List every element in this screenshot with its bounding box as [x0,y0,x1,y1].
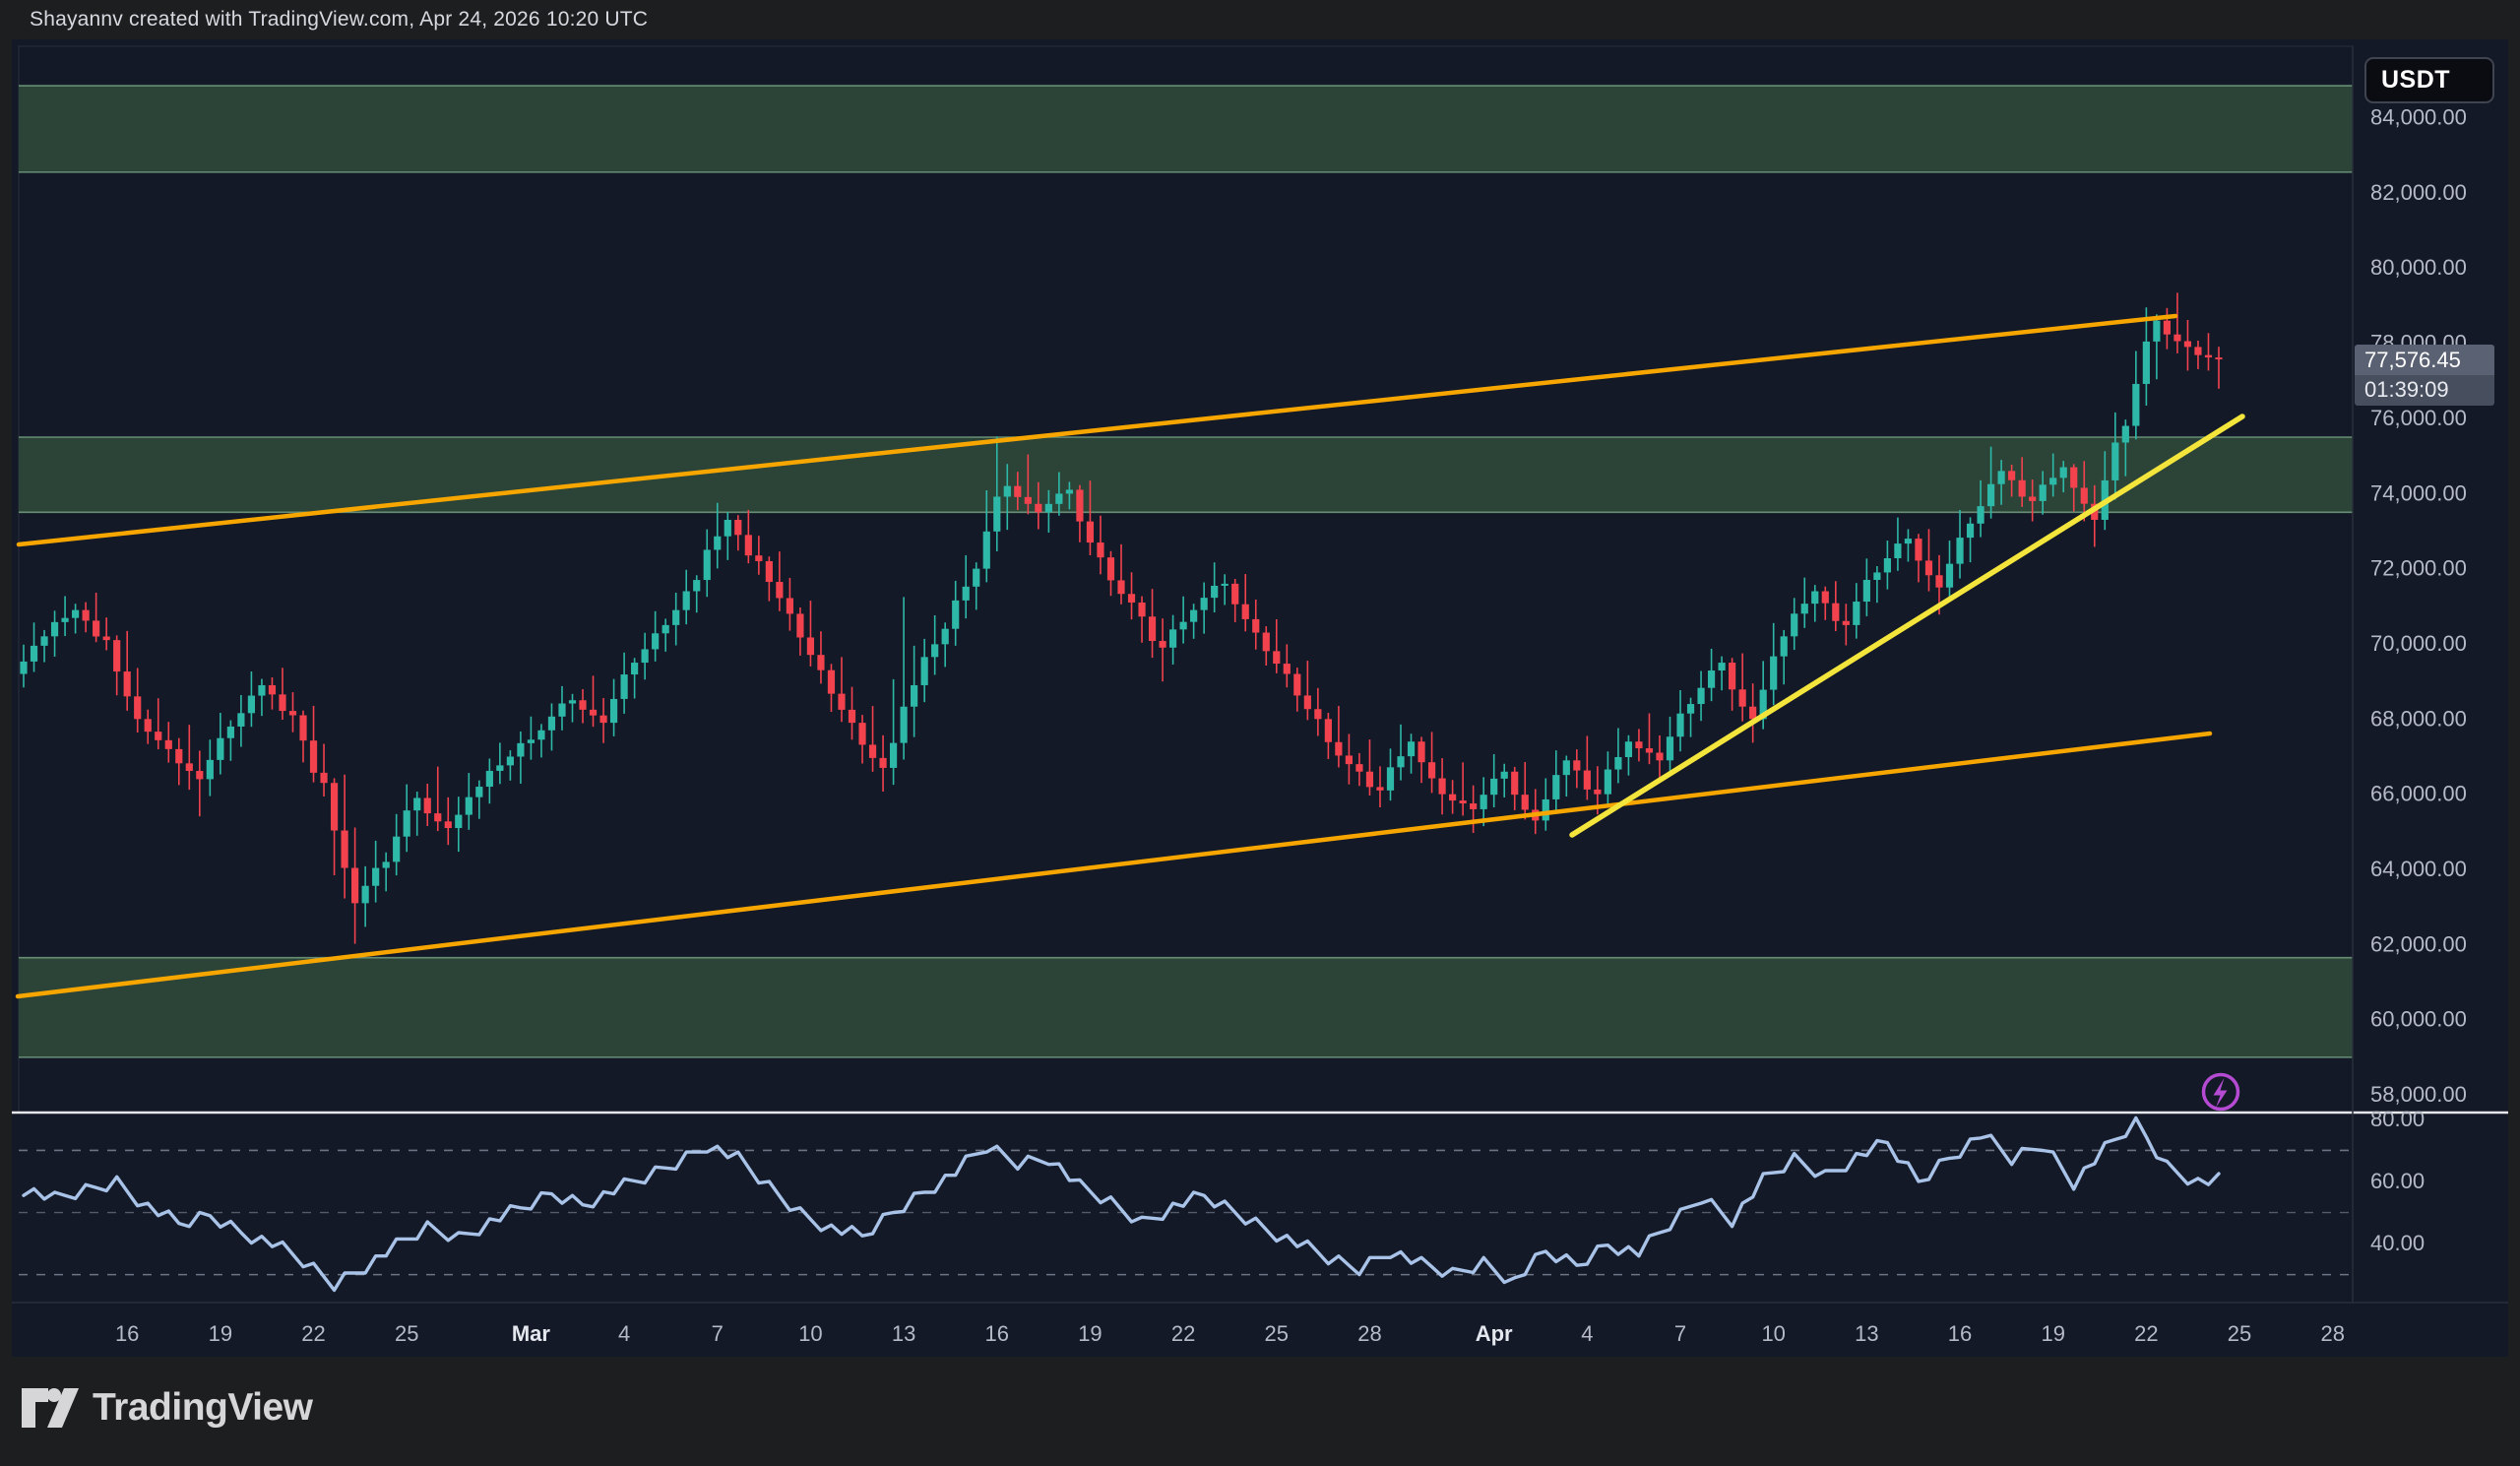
svg-text:66,000.00: 66,000.00 [2370,782,2467,806]
svg-text:22: 22 [1171,1321,1195,1346]
quote-currency-badge: USDT [2364,57,2494,103]
svg-text:28: 28 [2320,1321,2344,1346]
svg-text:25: 25 [1265,1321,1289,1346]
svg-text:28: 28 [1357,1321,1381,1346]
svg-text:62,000.00: 62,000.00 [2370,931,2467,956]
svg-text:60.00: 60.00 [2370,1169,2425,1193]
svg-text:16: 16 [1948,1321,1972,1346]
price-chart-canvas[interactable]: 84,000.0082,000.0080,000.0078,000.0076,0… [0,0,2520,1466]
svg-text:70,000.00: 70,000.00 [2370,631,2467,656]
svg-text:40.00: 40.00 [2370,1231,2425,1255]
svg-text:7: 7 [712,1321,724,1346]
svg-text:4: 4 [1581,1321,1593,1346]
svg-text:Apr: Apr [1476,1321,1513,1346]
svg-text:13: 13 [1855,1321,1878,1346]
svg-text:4: 4 [618,1321,630,1346]
svg-text:82,000.00: 82,000.00 [2370,180,2467,205]
svg-text:19: 19 [209,1321,232,1346]
svg-text:76,000.00: 76,000.00 [2370,406,2467,430]
svg-text:7: 7 [1674,1321,1686,1346]
svg-text:22: 22 [301,1321,325,1346]
tradingview-logo-text: TradingView [93,1386,313,1430]
tradingview-snapshot: Shayannv created with TradingView.com, A… [0,0,2520,1466]
svg-text:80.00: 80.00 [2370,1107,2425,1131]
last-price-label: 77,576.45 01:39:09 [2355,345,2494,406]
svg-text:25: 25 [395,1321,418,1346]
quote-currency-label: USDT [2381,66,2450,95]
svg-text:22: 22 [2134,1321,2158,1346]
svg-text:64,000.00: 64,000.00 [2370,857,2467,881]
svg-text:13: 13 [892,1321,915,1346]
svg-text:68,000.00: 68,000.00 [2370,706,2467,731]
tradingview-logo-icon [22,1388,79,1428]
svg-text:25: 25 [2228,1321,2251,1346]
svg-text:Mar: Mar [512,1321,551,1346]
svg-text:10: 10 [1761,1321,1785,1346]
svg-text:16: 16 [115,1321,139,1346]
svg-text:60,000.00: 60,000.00 [2370,1007,2467,1032]
svg-text:74,000.00: 74,000.00 [2370,480,2467,505]
svg-text:58,000.00: 58,000.00 [2370,1082,2467,1107]
svg-text:19: 19 [2041,1321,2064,1346]
svg-text:19: 19 [1078,1321,1102,1346]
svg-text:72,000.00: 72,000.00 [2370,556,2467,581]
tradingview-logo: TradingView [22,1386,313,1430]
svg-text:80,000.00: 80,000.00 [2370,255,2467,280]
svg-text:84,000.00: 84,000.00 [2370,105,2467,130]
last-price-value: 77,576.45 [2355,345,2494,375]
svg-text:16: 16 [985,1321,1009,1346]
candle-countdown: 01:39:09 [2355,375,2494,406]
svg-text:10: 10 [798,1321,822,1346]
